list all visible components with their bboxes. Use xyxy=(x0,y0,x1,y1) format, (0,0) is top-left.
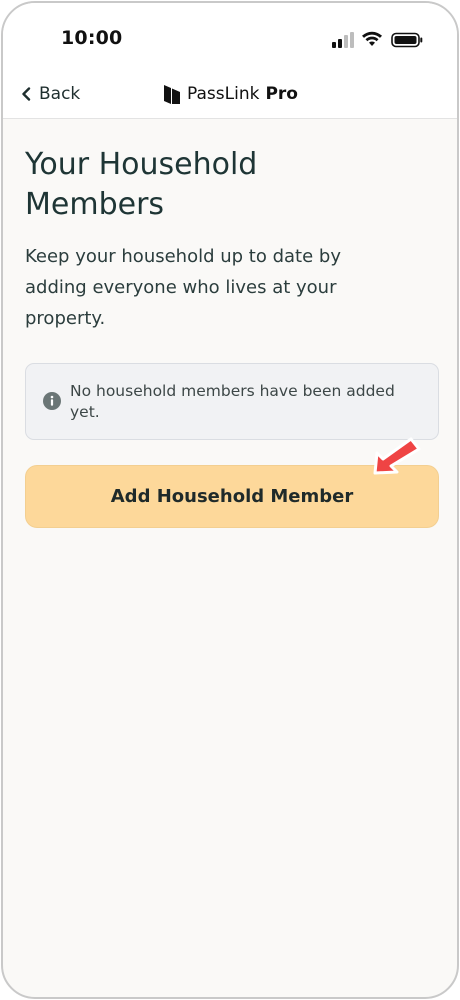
battery-icon xyxy=(391,32,423,48)
add-household-member-label: Add Household Member xyxy=(110,486,354,507)
status-bar: 10:00 xyxy=(3,3,457,69)
info-icon xyxy=(43,392,61,410)
subtitle-line-3: property. xyxy=(25,308,106,329)
page-content: Your Household Members Keep your househo… xyxy=(25,145,441,334)
back-button[interactable]: Back xyxy=(21,81,80,107)
page-subtitle: Keep your household up to date by adding… xyxy=(25,241,441,334)
subtitle-line-2: adding everyone who lives at your xyxy=(25,277,337,298)
passlink-logo-icon xyxy=(164,85,180,104)
back-label: Back xyxy=(39,84,81,104)
brand-name: PassLink xyxy=(187,84,260,104)
page-title-line-2: Members xyxy=(25,187,165,222)
page-title-line-1: Your Household xyxy=(25,147,258,182)
subtitle-line-1: Keep your household up to date by xyxy=(25,246,341,267)
navigation-bar: Back PassLink Pro xyxy=(3,69,457,119)
pointer-arrow-icon xyxy=(373,437,421,475)
phone-frame: 10:00 Back PassLink Pro Your Household M… xyxy=(1,1,459,999)
wifi-icon xyxy=(362,31,382,46)
page-title: Your Household Members xyxy=(25,145,441,225)
empty-state-message: No household members have been added yet… xyxy=(70,381,420,423)
brand-suffix: Pro xyxy=(265,84,298,104)
message-line-1: No household members have been added xyxy=(70,382,395,400)
signal-icon xyxy=(332,32,354,48)
message-line-2: yet. xyxy=(70,403,100,421)
brand-logo: PassLink Pro xyxy=(163,81,298,107)
empty-state-info-box: No household members have been added yet… xyxy=(25,363,439,440)
status-time: 10:00 xyxy=(61,27,123,49)
chevron-left-icon xyxy=(22,87,31,101)
